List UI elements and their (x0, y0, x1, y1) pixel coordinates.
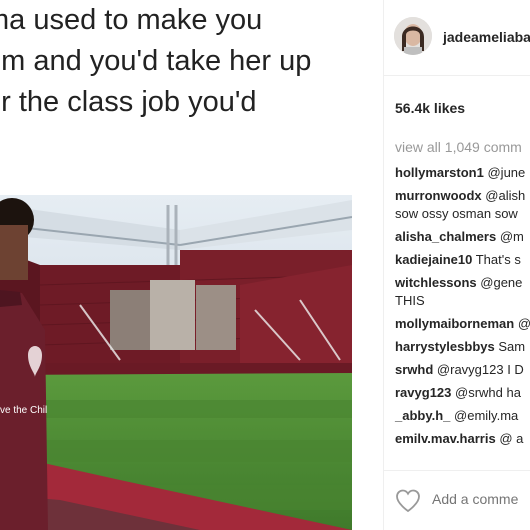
comment-username[interactable]: srwhd (395, 362, 433, 377)
comment-username[interactable]: _abby.h_ (395, 408, 450, 423)
comment-username[interactable]: murronwoodx (395, 188, 482, 203)
avatar-image (394, 17, 432, 55)
comment: alisha_chalmers @m (395, 228, 530, 246)
comment-text: THIS (395, 293, 425, 308)
add-comment-bar (384, 470, 530, 530)
avatar[interactable] (394, 17, 432, 55)
meme-caption: ma used to make you om and you'd take he… (0, 0, 383, 123)
comment-username[interactable]: kadiejaine10 (395, 252, 472, 267)
comment: _abby.h_ @emily.ma (395, 407, 530, 425)
comment-text: @emily.ma (454, 408, 519, 423)
comment-username[interactable]: alisha_chalmers (395, 229, 496, 244)
comment: mollymaiborneman @ (395, 315, 530, 333)
comment-text: @ (517, 316, 530, 331)
heart-icon[interactable] (394, 487, 422, 515)
comment-text: @june (487, 165, 526, 180)
stadium-illustration: ve the Chil (0, 195, 352, 530)
post-header: jadeameliaba (384, 0, 530, 76)
comment: srwhd @ravyg123 I D (395, 361, 530, 379)
comment-text: @ a (499, 431, 524, 446)
comment: kadiejaine10 That's s (395, 251, 530, 269)
comment: ravyg123 @srwhd ha (395, 384, 530, 402)
comment: witchlessons @gene (395, 274, 530, 292)
comment-text: sow ossy osman sow (395, 206, 518, 221)
comment-continuation: sow ossy osman sow (395, 205, 530, 223)
comment-username[interactable]: ravyg123 (395, 385, 451, 400)
likes-count[interactable]: 56.4k likes (395, 100, 465, 116)
meme-caption-line: ma used to make you (0, 4, 263, 36)
comment-text: @alish (485, 188, 526, 203)
comments-list: hollymarston1 @june murronwoodx @alish s… (395, 164, 530, 448)
comment: harrystylesbbys Sam (395, 338, 530, 356)
comment: murronwoodx @alish (395, 187, 530, 205)
post-author-username[interactable]: jadeameliaba (443, 29, 530, 45)
comment-username[interactable]: witchlessons (395, 275, 477, 290)
comment-text: @srwhd ha (455, 385, 521, 400)
comment-text: Sam (498, 339, 526, 354)
comment: emilv.mav.harris @ a (395, 430, 530, 448)
comment-username[interactable]: mollymaiborneman (395, 316, 514, 331)
meme-caption-line: om and you'd take her up (0, 45, 312, 77)
comment-text: @ravyg123 I D (436, 362, 524, 377)
post-side-panel: jadeameliaba 56.4k likes view all 1,049 … (384, 0, 530, 530)
comment-username[interactable]: harrystylesbbys (395, 339, 495, 354)
comment-text: @gene (480, 275, 523, 290)
meme-caption-line: er the class job you'd (0, 86, 257, 118)
view-all-comments-link[interactable]: view all 1,049 comm (395, 139, 522, 155)
add-comment-input[interactable] (432, 491, 530, 507)
comment-text: @m (499, 229, 524, 244)
comment-continuation: THIS (395, 292, 530, 310)
stadium-photo: ve the Chil (0, 195, 352, 530)
comment-text: That's s (475, 252, 521, 267)
jersey-sponsor-text: ve the Chil (0, 405, 47, 416)
comment-username[interactable]: hollymarston1 (395, 165, 484, 180)
comment-username[interactable]: emilv.mav.harris (395, 431, 496, 446)
comment: hollymarston1 @june (395, 164, 530, 182)
post-image-area: ma used to make you om and you'd take he… (0, 0, 383, 530)
